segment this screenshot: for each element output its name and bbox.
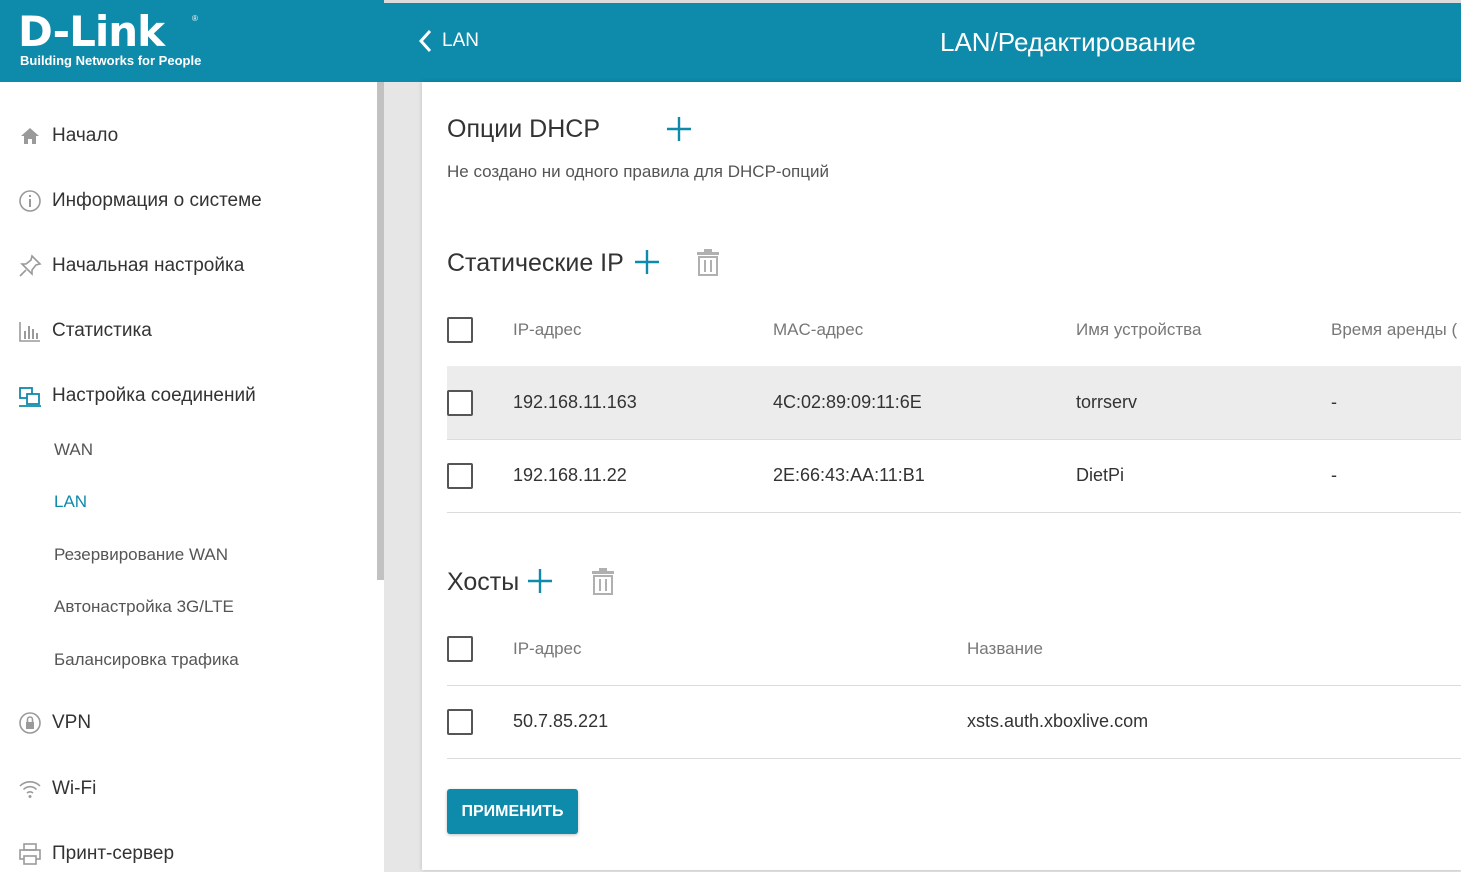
sidebar-item-initial-setup[interactable]: Начальная настройка <box>18 254 244 278</box>
add-host-icon[interactable] <box>526 567 554 595</box>
logo[interactable]: D-Link ® Building Networks for People <box>0 0 384 82</box>
select-all-static-checkbox[interactable] <box>447 317 473 343</box>
apply-button[interactable]: ПРИМЕНИТЬ <box>447 789 578 834</box>
sidebar-subitem-load-balancing[interactable]: Балансировка трафика <box>54 650 239 670</box>
column-header-lease-time: Время аренды ( <box>1331 320 1458 339</box>
cell-mac: 4C:02:89:09:11:6E <box>773 392 922 412</box>
printer-icon <box>19 843 41 865</box>
chevron-left-icon <box>418 29 432 53</box>
row-checkbox[interactable] <box>447 390 473 416</box>
sidebar-item-system-info[interactable]: Информация о системе <box>18 189 262 213</box>
column-header-ip: IP-адрес <box>513 639 582 658</box>
connections-icon <box>19 387 41 407</box>
bar-chart-icon <box>19 322 40 342</box>
row-divider <box>447 758 1461 759</box>
select-all-hosts-checkbox[interactable] <box>447 636 473 662</box>
cell-ip: 50.7.85.221 <box>513 711 609 731</box>
trash-icon[interactable] <box>696 248 720 276</box>
back-link[interactable]: LAN <box>418 29 479 53</box>
logo-text: D-Link <box>18 7 165 56</box>
info-icon <box>19 190 41 212</box>
add-dhcp-option-icon[interactable] <box>665 115 693 143</box>
sidebar-item-statistics[interactable]: Статистика <box>18 319 152 343</box>
sidebar-item-vpn[interactable]: VPN <box>18 711 91 735</box>
sidebar-item-label: Статистика <box>52 320 152 341</box>
row-checkbox[interactable] <box>447 463 473 489</box>
column-header-ip: IP-адрес <box>513 320 582 339</box>
sidebar-item-home[interactable]: Начало <box>18 124 118 148</box>
sidebar-scrollbar[interactable] <box>377 82 384 580</box>
column-header-mac: MAC-адрес <box>773 320 864 339</box>
home-icon <box>21 128 39 144</box>
cell-lease: - <box>1331 392 1337 412</box>
sidebar-item-label: Настройка соединений <box>52 385 256 406</box>
pin-icon <box>19 254 42 277</box>
row-divider <box>447 439 1461 440</box>
sidebar-subitem-wan[interactable]: WAN <box>54 440 93 460</box>
sidebar-item-label: VPN <box>52 712 92 733</box>
column-header-host-name: Название <box>967 639 1043 658</box>
cell-device-name: DietPi <box>1076 465 1125 485</box>
header-bar: LAN LAN/Редактирование <box>384 0 1461 82</box>
hosts-title: Хосты <box>447 568 520 596</box>
sidebar-item-wifi[interactable]: Wi-Fi <box>18 777 96 801</box>
lock-icon <box>19 712 41 734</box>
wifi-icon <box>19 781 41 798</box>
row-divider <box>447 685 1461 686</box>
add-static-ip-icon[interactable] <box>633 248 661 276</box>
sidebar-subitem-wan-backup[interactable]: Резервирование WAN <box>54 545 228 565</box>
row-divider <box>447 512 1461 513</box>
cell-mac: 2E:66:43:AA:11:B1 <box>773 465 925 485</box>
sidebar-item-connections[interactable]: Настройка соединений <box>18 384 256 408</box>
logo-tagline: Building Networks for People <box>20 53 202 68</box>
dhcp-options-empty-note: Не создано ни одного правила для DHCP-оп… <box>447 162 829 181</box>
sidebar-subitem-lan[interactable]: LAN <box>54 492 87 512</box>
sidebar-subitem-3g-lte[interactable]: Автонастройка 3G/LTE <box>54 597 234 617</box>
sidebar-item-label: Начало <box>52 125 119 146</box>
sidebar-item-label: Начальная настройка <box>52 255 245 276</box>
row-checkbox[interactable] <box>447 709 473 735</box>
cell-device-name: torrserv <box>1076 392 1138 412</box>
column-header-device-name: Имя устройства <box>1076 320 1202 339</box>
sidebar-item-label: Информация о системе <box>52 190 262 211</box>
static-ip-title: Статические IP <box>447 249 624 277</box>
sidebar-item-label: Принт-сервер <box>52 843 175 864</box>
sidebar-item-label: Wi-Fi <box>52 778 97 799</box>
logo-registered-mark: ® <box>192 14 198 23</box>
sidebar-item-print-server[interactable]: Принт-сервер <box>18 842 174 866</box>
cell-ip: 192.168.11.163 <box>513 392 637 412</box>
trash-icon[interactable] <box>591 567 615 595</box>
cell-host-name: xsts.auth.xboxlive.com <box>967 711 1149 731</box>
page-title: LAN/Редактирование <box>940 27 1196 57</box>
cell-lease: - <box>1331 465 1337 485</box>
dhcp-options-title: Опции DHCP <box>447 115 601 143</box>
back-link-label: LAN <box>442 30 479 51</box>
cell-ip: 192.168.11.22 <box>513 465 627 485</box>
